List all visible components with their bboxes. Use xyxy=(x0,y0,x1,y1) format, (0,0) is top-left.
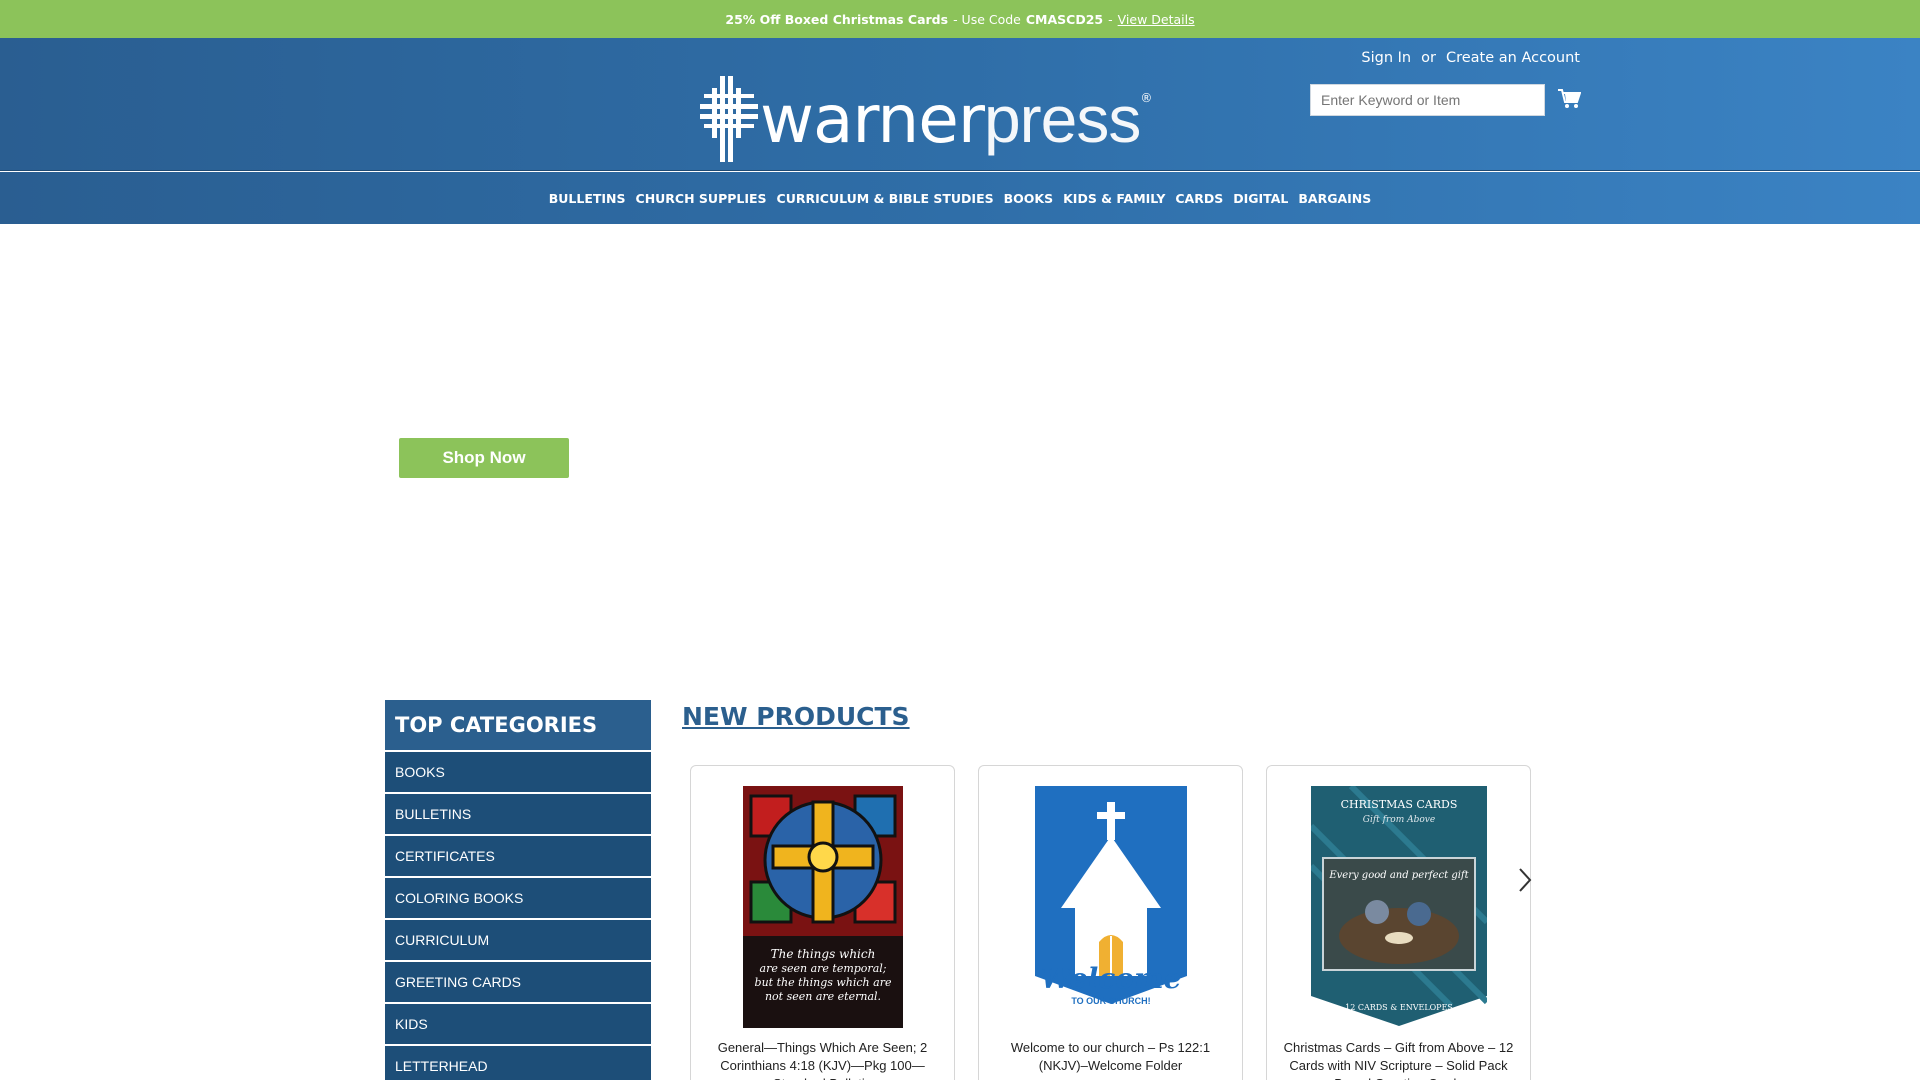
category-kids[interactable]: KIDS xyxy=(385,1004,651,1044)
warnerpress-logo[interactable]: warnerpress® xyxy=(698,74,1152,164)
main-nav: BULLETINS CHURCH SUPPLIES CURRICULUM & B… xyxy=(0,172,1920,224)
promo-headline: 25% Off Boxed Christmas Cards xyxy=(725,11,949,27)
nav-bulletins[interactable]: BULLETINS xyxy=(549,191,626,206)
svg-text:TO OUR CHURCH!: TO OUR CHURCH! xyxy=(1071,996,1150,1006)
promo-code-prefix: - Use Code xyxy=(953,11,1021,27)
promo-bar: 25% Off Boxed Christmas Cards - Use Code… xyxy=(0,0,1920,38)
nav-church-supplies[interactable]: CHURCH SUPPLIES xyxy=(636,191,767,206)
category-letterhead[interactable]: LETTERHEAD xyxy=(385,1046,651,1080)
site-header: Sign In or Create an Account warnerpress… xyxy=(0,38,1920,171)
top-categories-sidebar: TOP CATEGORIES BOOKS BULLETINS CERTIFICA… xyxy=(385,700,651,1080)
nav-bargains[interactable]: BARGAINS xyxy=(1298,191,1371,206)
category-books[interactable]: BOOKS xyxy=(385,752,651,792)
svg-text:Every good and perfect gift: Every good and perfect gift xyxy=(1328,870,1469,881)
logo-registered: ® xyxy=(1140,90,1152,105)
nav-digital[interactable]: DIGITAL xyxy=(1233,191,1288,206)
category-coloring-books[interactable]: COLORING BOOKS xyxy=(385,878,651,918)
search-input[interactable] xyxy=(1321,92,1534,108)
product-title[interactable]: Christmas Cards – Gift from Above – 12 C… xyxy=(1273,1039,1524,1080)
category-greeting-cards[interactable]: GREETING CARDS xyxy=(385,962,651,1002)
cross-logo-icon xyxy=(700,76,758,162)
product-image-welcome-church[interactable]: Welcome TO OUR CHURCH! xyxy=(1034,786,1187,1016)
product-card[interactable]: The things which are seen are temporal; … xyxy=(690,765,955,1080)
product-image-christmas-cards[interactable]: CHRISTMAS CARDS Gift from Above Every go… xyxy=(1310,786,1487,1028)
category-curriculum[interactable]: CURRICULUM xyxy=(385,920,651,960)
logo-wordmark: warnerpress® xyxy=(760,86,1152,153)
svg-text:The things which: The things which xyxy=(770,947,875,961)
svg-text:not seen are eternal.: not seen are eternal. xyxy=(764,990,880,1003)
product-card[interactable]: Welcome TO OUR CHURCH! Welcome to our ch… xyxy=(978,765,1243,1080)
product-image-stained-glass[interactable]: The things which are seen are temporal; … xyxy=(742,786,903,1028)
category-bulletins[interactable]: BULLETINS xyxy=(385,794,651,834)
svg-text:Welcome: Welcome xyxy=(1040,962,1181,995)
sidebar-title: TOP CATEGORIES xyxy=(385,700,651,750)
product-carousel: The things which are seen are temporal; … xyxy=(680,765,1540,1080)
product-title[interactable]: Welcome to our church – Ps 122:1 (NKJV)–… xyxy=(985,1039,1236,1075)
promo-separator: - xyxy=(1108,11,1113,27)
or-text: or xyxy=(1421,50,1436,66)
search-box xyxy=(1310,84,1545,116)
cart-icon[interactable] xyxy=(1557,88,1581,110)
logo-light: press xyxy=(983,81,1141,156)
sign-in-link[interactable]: Sign In xyxy=(1361,50,1411,66)
nav-curriculum[interactable]: CURRICULUM & BIBLE STUDIES xyxy=(777,191,994,206)
svg-text:CHRISTMAS CARDS: CHRISTMAS CARDS xyxy=(1340,798,1457,811)
create-account-link[interactable]: Create an Account xyxy=(1446,50,1580,66)
nav-cards[interactable]: CARDS xyxy=(1175,191,1223,206)
account-links: Sign In or Create an Account xyxy=(1361,50,1580,66)
category-certificates[interactable]: CERTIFICATES xyxy=(385,836,651,876)
hero-banner: Shop Now xyxy=(0,224,1920,694)
shop-now-button[interactable]: Shop Now xyxy=(399,438,569,478)
promo-code: CMASCD25 xyxy=(1025,11,1104,27)
svg-text:are seen are temporal;: are seen are temporal; xyxy=(759,962,886,975)
new-products-title[interactable]: NEW PRODUCTS xyxy=(682,702,910,731)
view-details-link[interactable]: View Details xyxy=(1118,12,1195,27)
product-card[interactable]: CHRISTMAS CARDS Gift from Above Every go… xyxy=(1266,765,1531,1080)
svg-text:Gift from Above: Gift from Above xyxy=(1362,815,1434,825)
nav-books[interactable]: BOOKS xyxy=(1004,191,1053,206)
nav-kids-family[interactable]: KIDS & FAMILY xyxy=(1063,191,1165,206)
chevron-right-icon[interactable] xyxy=(1512,865,1536,895)
svg-text:12 CARDS & ENVELOPES: 12 CARDS & ENVELOPES xyxy=(1345,1003,1453,1012)
logo-bold: warner xyxy=(760,80,985,158)
product-title[interactable]: General—Things Which Are Seen; 2 Corinth… xyxy=(697,1039,948,1080)
svg-text:but the things which are: but the things which are xyxy=(754,976,891,989)
